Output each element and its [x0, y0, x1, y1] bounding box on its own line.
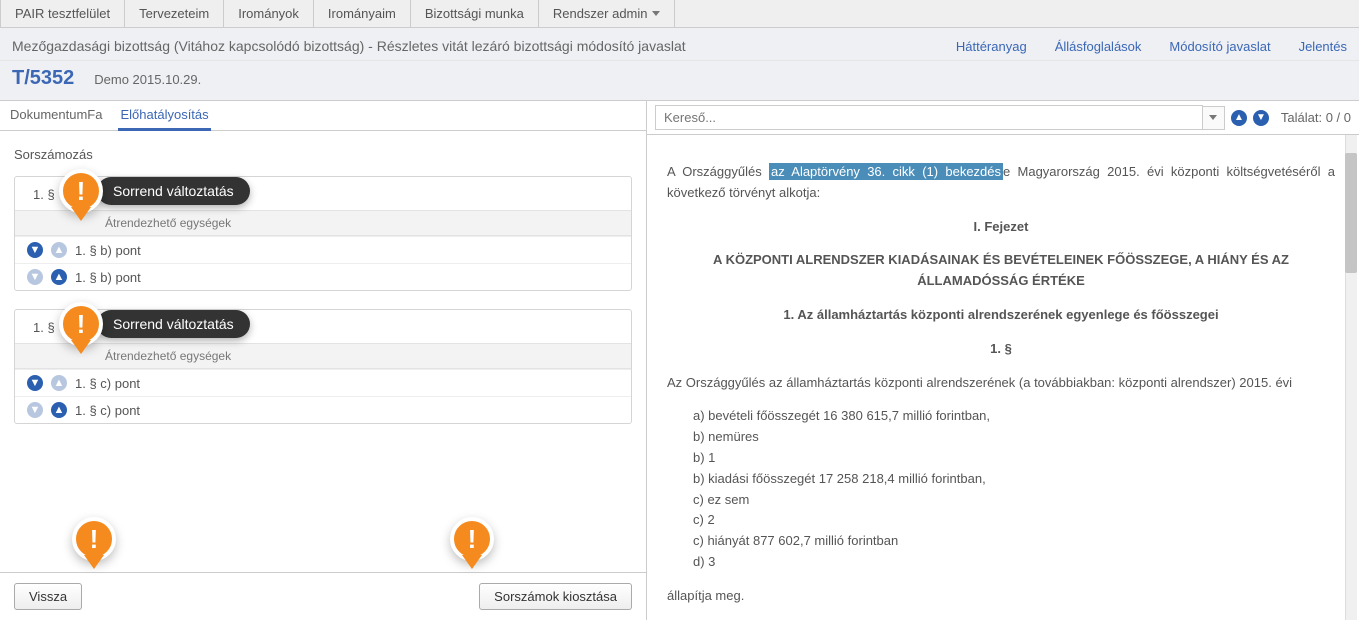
- list-item: c) hiányát 877 602,7 millió forintban: [667, 531, 1335, 552]
- top-navbar: PAIR tesztfelület Tervezeteim Irományok …: [0, 0, 1359, 28]
- box1-row-2: ▼ ▲ 1. § b) pont: [15, 263, 631, 290]
- topnav-pair[interactable]: PAIR tesztfelület: [0, 0, 125, 27]
- row-label: 1. § b) pont: [75, 243, 141, 258]
- topnav-iromanyaim[interactable]: Irományaim: [314, 0, 411, 27]
- box1-row-1: ▼ ▲ 1. § b) pont: [15, 236, 631, 263]
- main-split: DokumentumFa Előhatályosítás Sorszámozás…: [0, 100, 1359, 620]
- topnav-bizottsagi[interactable]: Bizottsági munka: [411, 0, 539, 27]
- alert-icon: !: [59, 169, 103, 213]
- chevron-down-icon: [652, 11, 660, 16]
- callout-2: ! Sorrend változtatás: [59, 302, 250, 346]
- move-down-button-disabled: ▼: [27, 402, 43, 418]
- callout-1: ! Sorrend változtatás: [59, 169, 250, 213]
- chevron-down-icon: [1209, 115, 1217, 120]
- left-tabs: DokumentumFa Előhatályosítás: [0, 101, 646, 131]
- text: A Országgyűlés: [667, 164, 769, 179]
- link-hatteranyag[interactable]: Háttéranyag: [956, 39, 1027, 54]
- callout-back: !: [72, 517, 116, 561]
- sort-box-1: 1. § ! Sorrend változtatás Átrendezhető …: [14, 176, 632, 291]
- callout-2-label: Sorrend változtatás: [97, 310, 250, 338]
- doc-section-number: 1. §: [667, 339, 1335, 360]
- row-label: 1. § c) pont: [75, 403, 140, 418]
- doc-paragraph: Az Országgyűlés az államháztartás közpon…: [667, 373, 1335, 394]
- list-item: b) 1: [667, 448, 1335, 469]
- tab-dokumentumfa[interactable]: DokumentumFa: [8, 101, 104, 130]
- list-item: b) kiadási főösszegét 17 258 218,4 milli…: [667, 469, 1335, 490]
- box1-subheader: Átrendezhető egységek: [15, 210, 631, 236]
- move-up-button-disabled: ▲: [51, 375, 67, 391]
- move-up-button[interactable]: ▲: [51, 269, 67, 285]
- hit-count: Találat: 0 / 0: [1281, 110, 1351, 125]
- move-down-button-disabled: ▼: [27, 269, 43, 285]
- right-pane: ▲ ▼ Találat: 0 / 0 A Országgyűlés az Ala…: [647, 101, 1359, 620]
- row-label: 1. § c) pont: [75, 376, 140, 391]
- alert-icon: !: [72, 517, 116, 561]
- link-modosito[interactable]: Módosító javaslat: [1169, 39, 1270, 54]
- move-up-button[interactable]: ▲: [51, 402, 67, 418]
- prev-hit-button[interactable]: ▲: [1231, 110, 1247, 126]
- box2-subheader: Átrendezhető egységek: [15, 343, 631, 369]
- box2-row-1: ▼ ▲ 1. § c) pont: [15, 369, 631, 396]
- subheader-links: Háttéranyag Állásfoglalások Módosító jav…: [956, 39, 1347, 54]
- list-item: d) 3: [667, 552, 1335, 573]
- callout-1-label: Sorrend változtatás: [97, 177, 250, 205]
- doc-title-row: T/5352 Demo 2015.10.29.: [0, 61, 1359, 100]
- list-item: b) nemüres: [667, 427, 1335, 448]
- document-viewer[interactable]: A Országgyűlés az Alaptörvény 36. cikk (…: [647, 135, 1359, 620]
- left-footer: ! ! Vissza Sorszámok kiosztása: [0, 572, 646, 620]
- doc-paragraph-intro: A Országgyűlés az Alaptörvény 36. cikk (…: [667, 162, 1335, 204]
- list-item: c) 2: [667, 510, 1335, 531]
- next-hit-button[interactable]: ▼: [1253, 110, 1269, 126]
- topnav-admin-label: Rendszer admin: [553, 6, 648, 21]
- doc-paragraph: állapítja meg.: [667, 586, 1335, 607]
- alert-icon: !: [450, 517, 494, 561]
- search-input[interactable]: [655, 105, 1203, 130]
- left-pane: DokumentumFa Előhatályosítás Sorszámozás…: [0, 101, 647, 620]
- link-allasfoglalasok[interactable]: Állásfoglalások: [1055, 39, 1142, 54]
- doc-chapter-heading: I. Fejezet: [667, 217, 1335, 238]
- search-row: ▲ ▼ Találat: 0 / 0: [647, 101, 1359, 135]
- search-dropdown-button[interactable]: [1203, 106, 1225, 130]
- topnav-tervezeteim[interactable]: Tervezeteim: [125, 0, 224, 27]
- move-down-button[interactable]: ▼: [27, 375, 43, 391]
- left-body: Sorszámozás 1. § ! Sorrend változtatás Á…: [0, 131, 646, 572]
- list-item: c) ez sem: [667, 490, 1335, 511]
- row-label: 1. § b) pont: [75, 270, 141, 285]
- subheader: Mezőgazdasági bizottság (Vitához kapcsol…: [0, 28, 1359, 61]
- doc-date: Demo 2015.10.29.: [94, 72, 201, 87]
- move-up-button-disabled: ▲: [51, 242, 67, 258]
- topnav-iromanyok[interactable]: Irományok: [224, 0, 314, 27]
- tab-elohatalyositas[interactable]: Előhatályosítás: [118, 101, 210, 131]
- sorszamozas-heading: Sorszámozás: [14, 147, 632, 162]
- list-item: a) bevételi főösszegét 16 380 615,7 mill…: [667, 406, 1335, 427]
- highlighted-text: az Alaptörvény 36. cikk (1) bekezdés: [769, 163, 1003, 180]
- doc-id: T/5352: [12, 67, 74, 90]
- alert-icon: !: [59, 302, 103, 346]
- link-jelentes[interactable]: Jelentés: [1299, 39, 1347, 54]
- back-button[interactable]: Vissza: [14, 583, 82, 610]
- scrollbar-thumb[interactable]: [1345, 153, 1357, 273]
- assign-numbers-button[interactable]: Sorszámok kiosztása: [479, 583, 632, 610]
- sort-box-2: 1. § ! Sorrend változtatás Átrendezhető …: [14, 309, 632, 424]
- box2-row-2: ▼ ▲ 1. § c) pont: [15, 396, 631, 423]
- doc-section-heading: A KÖZPONTI ALRENDSZER KIADÁSAINAK ÉS BEV…: [667, 250, 1335, 292]
- doc-subsection-heading: 1. Az államháztartás központi alrendszer…: [667, 305, 1335, 326]
- page-title: Mezőgazdasági bizottság (Vitához kapcsol…: [12, 38, 686, 54]
- callout-assign: !: [450, 517, 494, 561]
- move-down-button[interactable]: ▼: [27, 242, 43, 258]
- topnav-admin[interactable]: Rendszer admin: [539, 0, 675, 27]
